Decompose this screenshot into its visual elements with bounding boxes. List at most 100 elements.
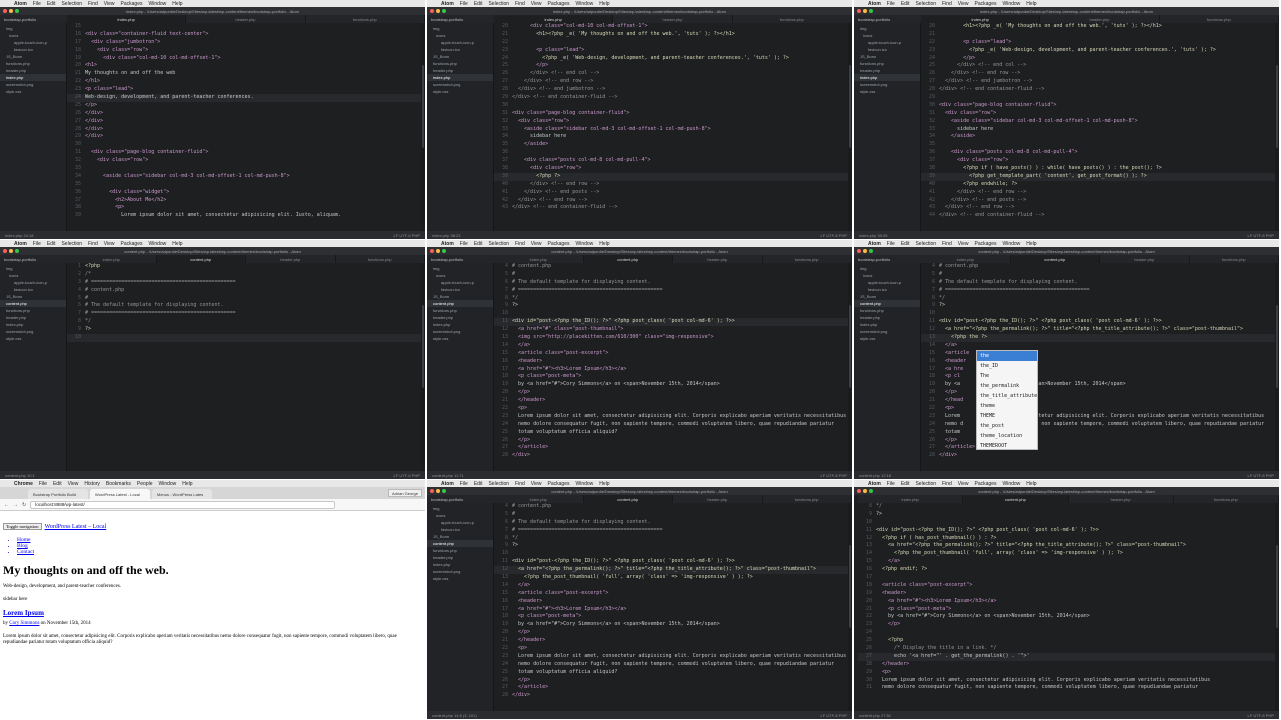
code-editor[interactable]: 15 16 <div class="container-fluid text-cen… xyxy=(67,23,421,231)
menu-item-window[interactable]: Window xyxy=(576,481,594,487)
tree-item[interactable]: icons xyxy=(0,272,66,279)
tree-item[interactable]: header.php xyxy=(854,67,920,74)
tree-item[interactable]: favicon.ico xyxy=(427,286,493,293)
menu-item-window[interactable]: Window xyxy=(149,241,167,247)
close-button[interactable] xyxy=(430,249,434,253)
tree-item[interactable]: img xyxy=(0,25,66,32)
tree-item[interactable]: img xyxy=(427,25,493,32)
menu-item-window[interactable]: Window xyxy=(576,241,594,247)
tab-index-php[interactable]: index.php xyxy=(494,495,584,503)
tree-item[interactable]: index.php xyxy=(427,321,493,328)
forward-icon[interactable]: → xyxy=(13,502,18,508)
zoom-button[interactable] xyxy=(869,249,873,253)
scrollbar[interactable] xyxy=(848,23,852,231)
tree-item[interactable]: screenshot.png xyxy=(0,81,66,88)
author-link[interactable]: Cory Simmons xyxy=(9,621,39,626)
tab-header-php[interactable]: header.php xyxy=(673,255,763,263)
tab-functions-php[interactable]: functions.php xyxy=(1190,255,1279,263)
scrollbar-thumb[interactable] xyxy=(1276,544,1278,628)
tree-item[interactable]: header.php xyxy=(0,314,66,321)
tab-header-php[interactable]: header.php xyxy=(673,495,763,503)
tree-item[interactable]: content.php xyxy=(427,300,493,307)
tree-item[interactable]: screenshot.png xyxy=(427,81,493,88)
tab-index-php[interactable]: index.php xyxy=(494,15,614,23)
tree-item[interactable]: content.php xyxy=(427,540,493,547)
tree-item[interactable]: header.php xyxy=(0,67,66,74)
tree-item[interactable]: screenshot.png xyxy=(427,568,493,575)
tree-item[interactable]: JS_Bonn xyxy=(427,533,493,540)
code-editor[interactable]: 4 # content.php 5 #6 # The default template … xyxy=(494,503,848,711)
tab-content-php[interactable]: content.php xyxy=(583,255,673,263)
menu-item-find[interactable]: Find xyxy=(515,481,525,487)
code-editor[interactable]: 20 <div class="col-md-10 col-md-offset-1… xyxy=(494,23,848,231)
menu-item-find[interactable]: Find xyxy=(88,1,98,7)
menu-item-file[interactable]: File xyxy=(460,241,468,247)
menu-item-atom[interactable]: Atom xyxy=(441,1,454,7)
tree-item[interactable]: img xyxy=(854,265,920,272)
tree-item[interactable]: icons xyxy=(0,32,66,39)
reload-icon[interactable]: ↻ xyxy=(22,502,26,508)
menu-item-file[interactable]: File xyxy=(33,241,41,247)
autocomplete-item[interactable]: the_title_attribute xyxy=(977,391,1037,401)
menu-item-edit[interactable]: Edit xyxy=(474,481,483,487)
tree-item[interactable]: index.php xyxy=(0,74,66,81)
tree-item[interactable]: favicon.ico xyxy=(854,286,920,293)
tab-header-php[interactable]: header.php xyxy=(1100,255,1190,263)
menu-item-packages[interactable]: Packages xyxy=(548,241,570,247)
tree-item[interactable]: functions.php xyxy=(427,547,493,554)
tree-item[interactable]: icons xyxy=(854,272,920,279)
tree-item[interactable]: favicon.ico xyxy=(854,46,920,53)
menu-item-window[interactable]: Window xyxy=(159,481,177,487)
minimize-button[interactable] xyxy=(436,9,440,13)
menu-item-help[interactable]: Help xyxy=(182,481,192,487)
tree-item[interactable]: apple-touch-icon-p xyxy=(427,279,493,286)
menu-item-atom[interactable]: Atom xyxy=(868,241,881,247)
tree-item[interactable]: header.php xyxy=(427,314,493,321)
tree-item[interactable]: index.php xyxy=(0,321,66,328)
scrollbar-thumb[interactable] xyxy=(1276,64,1278,148)
minimize-button[interactable] xyxy=(863,249,867,253)
code-editor[interactable]: 8 */ 9 ?> 10 11 <div id="post-<?php the_ID(); … xyxy=(858,503,1275,711)
tree-item[interactable]: content.php xyxy=(0,300,66,307)
tree-item[interactable]: icons xyxy=(427,272,493,279)
menu-item-selection[interactable]: Selection xyxy=(61,1,82,7)
minimize-button[interactable] xyxy=(9,249,13,253)
tree-item[interactable]: JS_Bonn xyxy=(854,293,920,300)
menu-item-packages[interactable]: Packages xyxy=(975,481,997,487)
menu-item-edit[interactable]: Edit xyxy=(474,1,483,7)
menu-item-packages[interactable]: Packages xyxy=(121,1,143,7)
tree-root-folder[interactable]: bootstrap-portfolio xyxy=(0,255,67,263)
menu-item-view[interactable]: View xyxy=(104,241,115,247)
menu-item-find[interactable]: Find xyxy=(942,481,952,487)
tree-item[interactable]: icons xyxy=(427,512,493,519)
tree-item[interactable]: img xyxy=(427,265,493,272)
minimize-button[interactable] xyxy=(9,9,13,13)
tab-functions-php[interactable]: functions.php xyxy=(1160,15,1279,23)
tree-item[interactable]: apple-touch-icon-p xyxy=(854,39,920,46)
menu-item-help[interactable]: Help xyxy=(599,1,609,7)
tree-item[interactable]: img xyxy=(0,265,66,272)
tree-item[interactable]: apple-touch-icon-p xyxy=(854,279,920,286)
tree-item[interactable]: icons xyxy=(854,32,920,39)
tree-item[interactable]: style.css xyxy=(427,88,493,95)
zoom-button[interactable] xyxy=(869,489,873,493)
tree-item[interactable]: index.php xyxy=(854,321,920,328)
menu-item-people[interactable]: People xyxy=(137,481,153,487)
tab-header-php[interactable]: header.php xyxy=(1040,15,1160,23)
tab-header-php[interactable]: header.php xyxy=(186,15,306,23)
scrollbar[interactable] xyxy=(1275,263,1279,471)
tree-item[interactable]: screenshot.png xyxy=(854,81,920,88)
code-editor[interactable]: 4 # content.php 5 #6 # The default template … xyxy=(921,263,1275,471)
browser-tab[interactable]: WordPress Latest - Local xyxy=(90,489,150,499)
tree-item[interactable]: style.css xyxy=(0,88,66,95)
profile-button[interactable]: Adrian George xyxy=(387,489,422,497)
menu-item-help[interactable]: Help xyxy=(599,481,609,487)
autocomplete-item[interactable]: The xyxy=(977,371,1037,381)
tab-content-php[interactable]: content.php xyxy=(583,495,673,503)
autocomplete-item[interactable]: the xyxy=(977,351,1037,361)
tree-item[interactable]: functions.php xyxy=(0,307,66,314)
zoom-button[interactable] xyxy=(442,249,446,253)
tree-item[interactable]: screenshot.png xyxy=(854,328,920,335)
menu-item-help[interactable]: Help xyxy=(1026,481,1036,487)
menu-item-file[interactable]: File xyxy=(887,481,895,487)
